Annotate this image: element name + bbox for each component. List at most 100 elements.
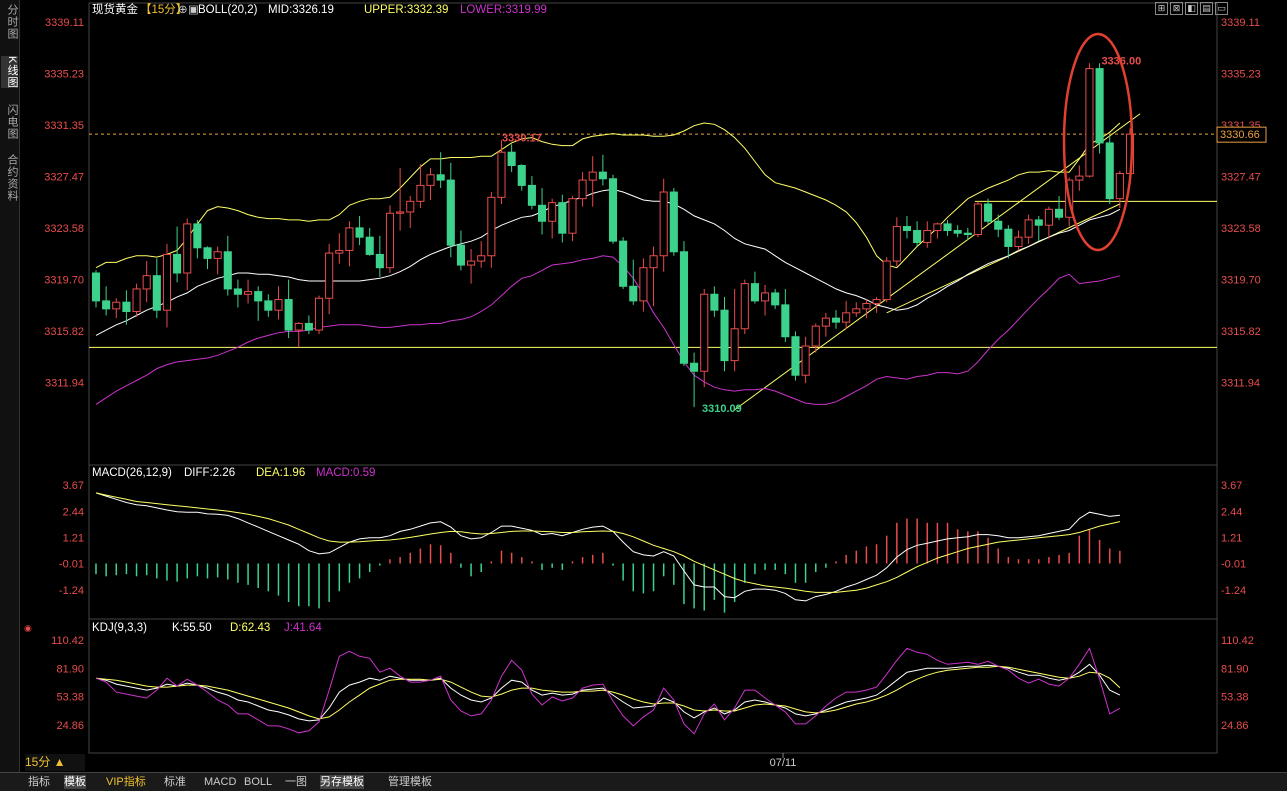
macd-y-tick: 3.67 bbox=[63, 480, 84, 492]
bottom-tab[interactable]: 一图 bbox=[285, 775, 307, 789]
candle-body bbox=[537, 204, 547, 222]
candle-body bbox=[527, 184, 536, 206]
candle-body bbox=[314, 297, 324, 331]
y-tick-label: 3339.11 bbox=[45, 17, 84, 29]
trend-line bbox=[886, 203, 1121, 314]
bottom-tab[interactable]: VIP指标 bbox=[106, 775, 146, 789]
macd-panel-frame bbox=[88, 464, 1218, 620]
candle-body bbox=[984, 203, 993, 222]
sidebar-tab[interactable]: 闪电图 bbox=[1, 104, 18, 140]
candle-body bbox=[588, 171, 597, 181]
kdj-header-1: K:55.50 bbox=[172, 622, 212, 634]
y-tick-label: 3327.47 bbox=[44, 172, 84, 184]
grid-cross-icon[interactable]: ⊠ bbox=[1170, 2, 1183, 15]
candle-body bbox=[892, 226, 901, 262]
header-lower-value: LOWER:3319.99 bbox=[460, 4, 547, 16]
candle-body bbox=[548, 202, 557, 222]
kdj-y-tick: 24.86 bbox=[56, 720, 84, 732]
macd-y-tick-right: 1.21 bbox=[1221, 533, 1242, 545]
candle-body bbox=[304, 322, 313, 331]
candle-body bbox=[761, 292, 770, 302]
candle-body bbox=[943, 223, 952, 232]
candle-body bbox=[862, 303, 871, 310]
candle-body bbox=[1014, 236, 1023, 247]
candle-body bbox=[872, 299, 881, 305]
bottom-tab[interactable]: 另存模板 bbox=[320, 775, 364, 789]
chart-back-icon[interactable]: ◧ bbox=[1185, 2, 1198, 15]
candle-body bbox=[244, 291, 253, 295]
sidebar-tab[interactable]: K线图 bbox=[1, 56, 18, 89]
chart-forward-icon[interactable]: ▤ bbox=[1200, 2, 1213, 15]
timeframe-selector[interactable]: 15分 ▲ bbox=[25, 754, 85, 771]
candle-body bbox=[578, 179, 587, 200]
candle-body bbox=[608, 178, 618, 242]
candle-body bbox=[923, 230, 932, 243]
candle-body bbox=[1024, 219, 1033, 238]
boll-mid-line bbox=[95, 188, 1121, 336]
kdj-y-tick-right: 110.42 bbox=[1221, 635, 1254, 647]
candle-body bbox=[811, 325, 820, 347]
candle-body bbox=[1085, 68, 1094, 177]
bottom-tab[interactable]: 标准 bbox=[164, 775, 186, 789]
candle-body bbox=[91, 272, 101, 302]
candle-body bbox=[1095, 68, 1104, 144]
y-tick-label-right: 3339.11 bbox=[1221, 17, 1260, 29]
candle-body bbox=[659, 191, 668, 257]
grid-plus-icon[interactable]: ⊞ bbox=[1155, 2, 1168, 15]
candle-body bbox=[132, 288, 141, 313]
candle-body bbox=[842, 312, 851, 323]
candle-body bbox=[973, 203, 982, 236]
low-annotation: 3310.09 bbox=[702, 403, 742, 415]
bottom-tab[interactable]: 指标 bbox=[28, 775, 50, 789]
candle-body bbox=[477, 255, 486, 262]
candle-body bbox=[669, 191, 678, 253]
candle-body bbox=[1044, 208, 1053, 226]
candle-body bbox=[882, 260, 891, 301]
candle-body bbox=[1115, 172, 1124, 200]
sidebar-tab[interactable]: 分时图 bbox=[1, 4, 18, 40]
macd-y-tick: -1.24 bbox=[59, 585, 84, 597]
candle-body bbox=[821, 317, 830, 327]
candle-body bbox=[963, 232, 972, 236]
macd-header-0: MACD(26,12,9) bbox=[92, 467, 172, 479]
candle-body bbox=[345, 227, 354, 251]
chart-canvas: 3339.11 3339.113335.23 3335.233331.35 3331.… bbox=[24, 2, 1267, 769]
bottom-tab[interactable]: 管理模板 bbox=[388, 775, 432, 789]
candle-body bbox=[497, 151, 506, 198]
candle-body bbox=[750, 283, 759, 302]
candle-body bbox=[365, 236, 374, 255]
sidebar-tab[interactable]: 合约资料 bbox=[1, 154, 18, 202]
candle-body bbox=[1054, 208, 1064, 218]
header-indicator-name: BOLL(20,2) bbox=[198, 4, 258, 16]
candle-body bbox=[740, 283, 749, 330]
macd-y-tick-right: -0.01 bbox=[1221, 559, 1246, 571]
candle-body bbox=[558, 202, 567, 234]
candle-body bbox=[487, 196, 496, 257]
window-icon[interactable]: ▭ bbox=[1215, 2, 1228, 15]
boll-upper-line bbox=[95, 122, 1121, 269]
candle-body bbox=[679, 251, 689, 364]
candle-body bbox=[994, 220, 1003, 230]
candle-body bbox=[568, 198, 577, 234]
bottom-tab[interactable]: MACD bbox=[204, 775, 236, 789]
kdj-header-2: D:62.43 bbox=[230, 622, 270, 634]
macd-header-3: MACD:0.59 bbox=[316, 467, 375, 479]
boll-lower-line bbox=[95, 255, 1121, 405]
kdj-y-tick: 110.42 bbox=[51, 635, 84, 647]
candle-body bbox=[203, 247, 212, 259]
candle-body bbox=[1075, 175, 1084, 181]
bottom-tab[interactable]: 模板 bbox=[64, 775, 86, 789]
macd-dea-line bbox=[95, 492, 1121, 593]
candle-body bbox=[173, 253, 182, 274]
kdj-panel-frame bbox=[88, 618, 1218, 754]
candle-body bbox=[730, 328, 739, 362]
candle-body bbox=[720, 309, 729, 362]
candle-body bbox=[416, 184, 425, 202]
candle-body bbox=[122, 301, 131, 313]
kdj-header-0: KDJ(9,3,3) bbox=[92, 622, 147, 634]
bottom-tab[interactable]: BOLL bbox=[244, 775, 272, 789]
candle-body bbox=[193, 223, 202, 249]
timeframe-label: 15分 ▲ bbox=[25, 755, 66, 769]
candle-body bbox=[396, 211, 405, 214]
candle-body bbox=[325, 252, 334, 299]
